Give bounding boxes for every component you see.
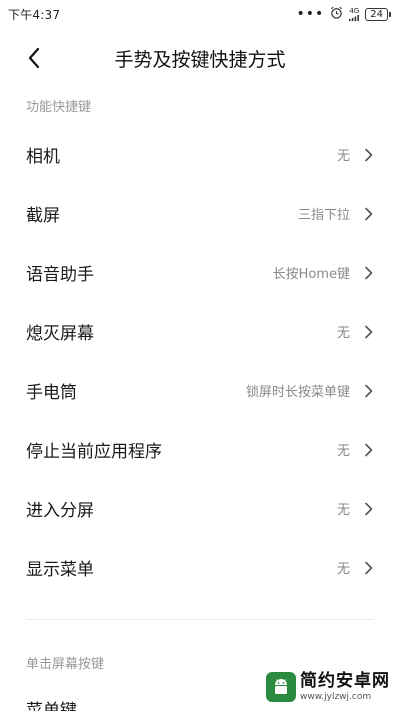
row-label: 熄灭屏幕 <box>26 324 94 344</box>
chevron-right-icon <box>362 147 374 163</box>
row-label: 截屏 <box>26 206 60 226</box>
header: 手势及按键快捷方式 <box>0 36 400 80</box>
row-label: 显示菜单 <box>26 560 94 580</box>
more-dots-icon: ••• <box>296 6 325 22</box>
section-label-function-shortcuts: 功能快捷键 <box>26 100 92 115</box>
watermark-text: 简约安卓网 www.jylzwj.com <box>300 670 390 702</box>
chevron-right-icon <box>362 383 374 399</box>
shortcut-row-screen-off[interactable]: 熄灭屏幕 无 <box>0 302 400 361</box>
chevron-right-icon <box>362 501 374 517</box>
shortcut-row-voice-assistant[interactable]: 语音助手 长按Home键 <box>0 243 400 302</box>
row-value: 无 <box>336 149 350 164</box>
status-bar: 下午4:37 ••• 4G 24 <box>0 0 400 28</box>
chevron-right-icon <box>362 560 374 576</box>
row-label: 停止当前应用程序 <box>26 442 162 462</box>
chevron-right-icon <box>362 206 374 222</box>
section-divider <box>26 619 374 620</box>
alarm-icon <box>330 6 343 22</box>
status-icons: ••• 4G 24 <box>296 6 391 22</box>
watermark-logo: 简约安卓网 www.jylzwj.com <box>266 667 394 707</box>
row-label: 相机 <box>26 147 60 167</box>
row-label: 进入分屏 <box>26 501 94 521</box>
shortcut-row-camera[interactable]: 相机 无 <box>0 125 400 184</box>
page-title: 手势及按键快捷方式 <box>114 48 286 71</box>
row-value: 三指下拉 <box>297 208 350 223</box>
row-value: 无 <box>336 562 350 577</box>
watermark-url: www.jylzwj.com <box>300 691 372 702</box>
row-value: 无 <box>336 444 350 459</box>
section-label-tap-keys: 单击屏幕按键 <box>26 657 105 672</box>
chevron-right-icon <box>362 442 374 458</box>
row-value: 长按Home键 <box>272 267 350 282</box>
battery-icon: 24 <box>365 7 391 21</box>
status-time: 下午4:37 <box>8 7 61 22</box>
android-logo-icon <box>266 672 296 702</box>
row-label: 手电筒 <box>26 383 77 403</box>
shortcut-row-flashlight[interactable]: 手电筒 锁屏时长按菜单键 <box>0 361 400 420</box>
back-arrow-icon[interactable] <box>18 42 50 74</box>
row-label: 语音助手 <box>26 265 94 285</box>
shortcut-row-show-menu[interactable]: 显示菜单 无 <box>0 538 400 597</box>
network-type: 4G <box>349 6 360 15</box>
row-value: 无 <box>336 326 350 341</box>
shortcut-row-screenshot[interactable]: 截屏 三指下拉 <box>0 184 400 243</box>
shortcut-row-split-screen[interactable]: 进入分屏 无 <box>0 479 400 538</box>
watermark-title: 简约安卓网 <box>300 670 390 691</box>
shortcut-row-stop-app[interactable]: 停止当前应用程序 无 <box>0 420 400 479</box>
row-value: 无 <box>336 503 350 518</box>
signal-icon: 4G <box>349 6 360 21</box>
chevron-right-icon <box>362 265 374 281</box>
chevron-right-icon <box>362 324 374 340</box>
row-value: 锁屏时长按菜单键 <box>245 385 350 400</box>
